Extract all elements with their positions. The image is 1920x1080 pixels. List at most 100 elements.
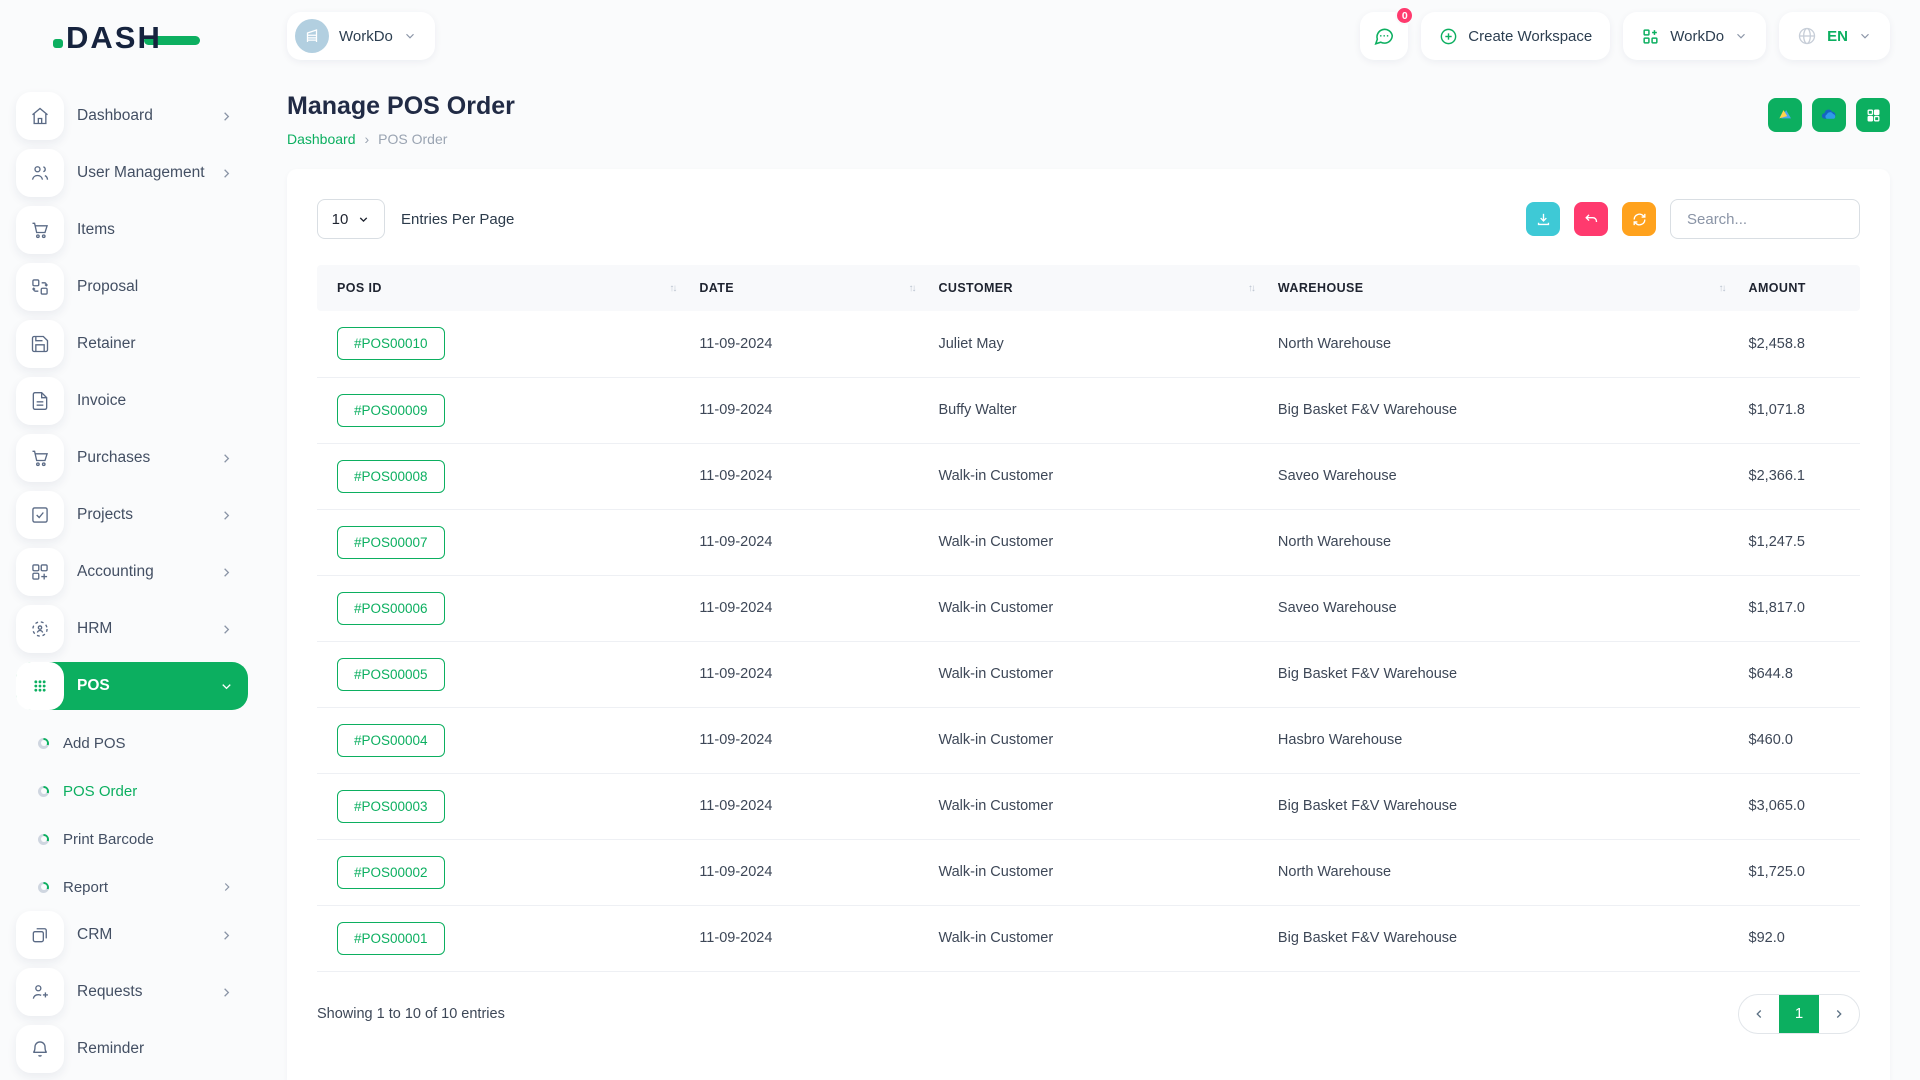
- pos-id-badge[interactable]: #POS00002: [337, 856, 445, 889]
- column-header-warehouse[interactable]: WAREHOUSE↑↓: [1266, 265, 1737, 311]
- sidebar-item-pos[interactable]: POS: [16, 662, 248, 710]
- create-workspace-button[interactable]: Create Workspace: [1421, 12, 1610, 60]
- warehouse-cell: Big Basket F&V Warehouse: [1266, 773, 1737, 839]
- warehouse-cell: Big Basket F&V Warehouse: [1266, 641, 1737, 707]
- grid-view-button[interactable]: [1856, 98, 1890, 132]
- column-header-customer[interactable]: CUSTOMER↑↓: [926, 265, 1265, 311]
- cart-icon: [16, 434, 64, 482]
- warehouse-cell: Hasbro Warehouse: [1266, 707, 1737, 773]
- chevron-down-icon: [1858, 29, 1872, 43]
- reset-button[interactable]: [1574, 202, 1608, 236]
- sidebar-item-user-management[interactable]: User Management: [16, 149, 248, 197]
- pos-id-badge[interactable]: #POS00006: [337, 592, 445, 625]
- pos-id-badge[interactable]: #POS00009: [337, 394, 445, 427]
- sidebar-subitem-add-pos[interactable]: Add POS: [38, 719, 258, 767]
- language-label: EN: [1827, 28, 1848, 45]
- chevron-right-icon: [219, 109, 234, 124]
- workspace-name: WorkDo: [339, 28, 393, 45]
- sidebar-item-items[interactable]: Items: [16, 206, 248, 254]
- chevron-right-icon: [220, 880, 234, 894]
- sidebar-item-crm[interactable]: CRM: [16, 911, 248, 959]
- chevron-right-icon: [219, 622, 234, 637]
- customer-cell: Walk-in Customer: [926, 839, 1265, 905]
- pos-id-badge[interactable]: #POS00008: [337, 460, 445, 493]
- topbar: DASH WorkDo 0 Create Workspace: [0, 0, 1920, 72]
- onedrive-button[interactable]: [1812, 98, 1846, 132]
- date-cell: 11-09-2024: [687, 905, 926, 971]
- sidebar-item-accounting[interactable]: Accounting: [16, 548, 248, 596]
- sidebar-subitem-print-barcode[interactable]: Print Barcode: [38, 815, 258, 863]
- table-row: #POS00009 11-09-2024 Buffy Walter Big Ba…: [317, 377, 1860, 443]
- column-header-date[interactable]: DATE↑↓: [687, 265, 926, 311]
- sidebar-item-invoice[interactable]: Invoice: [16, 377, 248, 425]
- logo-dot-icon: [53, 39, 63, 48]
- chevron-right-icon: [219, 166, 234, 181]
- export-download-button[interactable]: [1526, 202, 1560, 236]
- column-header-amount[interactable]: AMOUNT: [1737, 265, 1860, 311]
- breadcrumb-dashboard-link[interactable]: Dashboard: [287, 131, 356, 147]
- bullet-icon: [38, 786, 49, 797]
- date-cell: 11-09-2024: [687, 839, 926, 905]
- chat-button[interactable]: 0: [1360, 12, 1408, 60]
- amount-cell: $3,065.0: [1737, 773, 1860, 839]
- search-input[interactable]: [1670, 199, 1860, 239]
- sidebar-item-dashboard[interactable]: Dashboard: [16, 92, 248, 140]
- language-selector[interactable]: EN: [1779, 12, 1890, 60]
- date-cell: 11-09-2024: [687, 773, 926, 839]
- table-row: #POS00002 11-09-2024 Walk-in Customer No…: [317, 839, 1860, 905]
- google-drive-button[interactable]: [1768, 98, 1802, 132]
- warehouse-cell: Big Basket F&V Warehouse: [1266, 377, 1737, 443]
- warehouse-cell: North Warehouse: [1266, 509, 1737, 575]
- sidebar-item-retainer[interactable]: Retainer: [16, 320, 248, 368]
- frames-icon: [16, 911, 64, 959]
- sidebar-item-hrm[interactable]: HRM: [16, 605, 248, 653]
- sidebar-item-projects[interactable]: Projects: [16, 491, 248, 539]
- pos-id-badge[interactable]: #POS00010: [337, 327, 445, 360]
- brand-logo-text: DASH: [66, 20, 162, 55]
- sidebar-item-requests[interactable]: Requests: [16, 968, 248, 1016]
- chevron-right-icon: [219, 508, 234, 523]
- sidebar-item-purchases[interactable]: Purchases: [16, 434, 248, 482]
- chevron-left-icon: [1752, 1007, 1766, 1021]
- create-workspace-label: Create Workspace: [1468, 28, 1592, 45]
- chevron-right-icon: [219, 565, 234, 580]
- date-cell: 11-09-2024: [687, 641, 926, 707]
- sidebar-item-proposal[interactable]: Proposal: [16, 263, 248, 311]
- sidebar-subitem-pos-order[interactable]: POS Order: [38, 767, 258, 815]
- sort-icon: ↑↓: [908, 283, 914, 294]
- pagination-next-button[interactable]: [1819, 995, 1859, 1033]
- pagination-prev-button[interactable]: [1739, 995, 1779, 1033]
- refresh-button[interactable]: [1622, 202, 1656, 236]
- pos-id-badge[interactable]: #POS00004: [337, 724, 445, 757]
- sidebar-subitem-report[interactable]: Report: [38, 863, 258, 911]
- amount-cell: $460.0: [1737, 707, 1860, 773]
- column-header-pos-id[interactable]: POS ID↑↓: [317, 265, 687, 311]
- pos-id-badge[interactable]: #POS00003: [337, 790, 445, 823]
- brand-logo[interactable]: DASH: [66, 20, 200, 56]
- pos-id-badge[interactable]: #POS00007: [337, 526, 445, 559]
- pos-id-badge[interactable]: #POS00001: [337, 922, 445, 955]
- amount-cell: $644.8: [1737, 641, 1860, 707]
- pagination-page-1[interactable]: 1: [1779, 995, 1819, 1033]
- customer-cell: Walk-in Customer: [926, 773, 1265, 839]
- globe-icon: [1797, 26, 1817, 46]
- chevron-down-icon: [1734, 29, 1748, 43]
- date-cell: 11-09-2024: [687, 311, 926, 377]
- check-square-icon: [16, 491, 64, 539]
- pos-id-badge[interactable]: #POS00005: [337, 658, 445, 691]
- customer-cell: Buffy Walter: [926, 377, 1265, 443]
- entries-per-page-select[interactable]: 10: [317, 199, 385, 239]
- warehouse-cell: North Warehouse: [1266, 311, 1737, 377]
- customer-cell: Walk-in Customer: [926, 905, 1265, 971]
- sidebar-item-reminder[interactable]: Reminder: [16, 1025, 248, 1073]
- hrm-person-icon: [16, 605, 64, 653]
- table-row: #POS00003 11-09-2024 Walk-in Customer Bi…: [317, 773, 1860, 839]
- table-row: #POS00010 11-09-2024 Juliet May North Wa…: [317, 311, 1860, 377]
- amount-cell: $1,247.5: [1737, 509, 1860, 575]
- workspace-selector[interactable]: WorkDo: [287, 12, 435, 60]
- workdo-apps-menu[interactable]: WorkDo: [1623, 12, 1766, 60]
- sort-icon: ↑↓: [1719, 283, 1725, 294]
- undo-icon: [1583, 211, 1600, 228]
- amount-cell: $2,458.8: [1737, 311, 1860, 377]
- amount-cell: $1,725.0: [1737, 839, 1860, 905]
